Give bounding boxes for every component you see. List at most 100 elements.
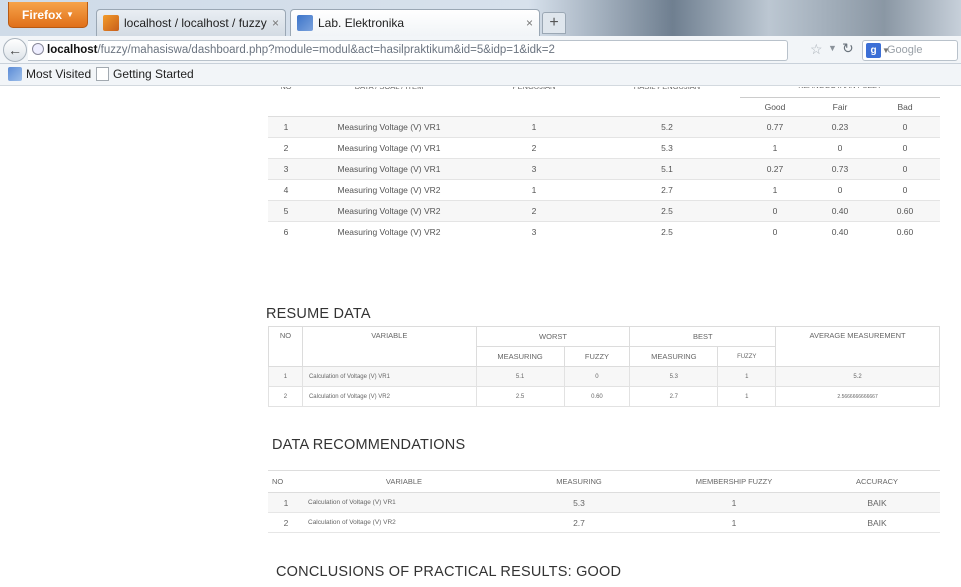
column-header: MEASURING (629, 346, 719, 367)
tab-lab-elektronika[interactable]: Lab. Elektronika × (290, 9, 540, 36)
cell-bad: 0 (870, 115, 940, 137)
column-header: WORST (475, 326, 631, 347)
chevron-down-icon: ▼ (66, 10, 74, 19)
cell-bad: 0 (870, 157, 940, 179)
cell-fair: 0.23 (810, 115, 870, 137)
column-header: NO (268, 470, 304, 493)
cell-measuring: 5.3 (504, 492, 654, 513)
results-table: NO DATA / SOAL / ITEM PENGUJIAN HASIL PE… (268, 87, 940, 242)
cell-no: 1 (268, 492, 304, 513)
close-icon[interactable]: × (526, 16, 533, 30)
cell-item: Measuring Voltage (V) VR1 (304, 157, 474, 179)
cell-fair: 0.40 (810, 220, 870, 242)
table-row: 1 Calculation of Voltage (V) VR1 5.3 1 B… (268, 492, 940, 513)
table-row: 2 Measuring Voltage (V) VR1 2 5.3 1 0 0 (268, 136, 940, 158)
bookmark-most-visited[interactable]: Most Visited (8, 67, 91, 81)
cell-accuracy: BAIK (814, 492, 940, 513)
url-host: localhost (47, 44, 98, 56)
column-header: MEASURING (475, 346, 565, 367)
cell-bad: 0.60 (870, 220, 940, 242)
bookmark-star-icon[interactable]: ☆ (810, 41, 823, 58)
url-input[interactable]: localhost/fuzzy/mahasiswa/dashboard.php?… (28, 40, 788, 61)
cell-worst-fuzzy: 0.60 (563, 386, 631, 407)
cell-test: 1 (474, 115, 594, 137)
column-header: ACCURACY (814, 470, 940, 493)
resume-table: NO VARIABLE WORST BEST AVERAGE MEASUREME… (268, 326, 940, 407)
cell-variable: Calculation of Voltage (V) VR2 (301, 386, 477, 407)
cell-fair: 0.40 (810, 199, 870, 221)
column-header: DATA / SOAL / ITEM (304, 87, 474, 97)
column-header: FUZZY (717, 346, 777, 367)
cell-result: 5.3 (594, 136, 740, 158)
cell-no: 2 (268, 386, 303, 407)
conclusion-heading: CONCLUSIONS OF PRACTICAL RESULTS: GOOD (276, 564, 622, 580)
new-tab-button[interactable]: + (542, 12, 566, 34)
cell-result: 5.2 (594, 115, 740, 137)
cell-accuracy: BAIK (814, 512, 940, 533)
cell-result: 2.5 (594, 220, 740, 242)
table-row: 5 Measuring Voltage (V) VR2 2 2.5 0 0.40… (268, 199, 940, 221)
url-history-dropdown-icon[interactable]: ▼ (828, 43, 837, 53)
cell-worst-measuring: 2.5 (475, 386, 565, 407)
cell-bad: 0 (870, 136, 940, 158)
google-icon[interactable]: g (866, 43, 881, 58)
bookmark-getting-started[interactable]: Getting Started (96, 67, 194, 81)
table-row: 6 Measuring Voltage (V) VR2 3 2.5 0 0.40… (268, 220, 940, 242)
cell-measuring: 2.7 (504, 512, 654, 533)
section-title-recommendations: DATA RECOMMENDATIONS (272, 437, 466, 453)
cell-item: Measuring Voltage (V) VR2 (304, 199, 474, 221)
table-row: 2 Calculation of Voltage (V) VR2 2.7 1 B… (268, 512, 940, 533)
cell-item: Measuring Voltage (V) VR2 (304, 220, 474, 242)
reload-icon[interactable]: ↻ (842, 40, 854, 57)
recommendations-table: NO VARIABLE MEASURING MEMBERSHIP FUZZY A… (268, 470, 940, 533)
phpmyadmin-favicon-icon (103, 15, 119, 31)
cell-result: 2.7 (594, 178, 740, 200)
column-header: NO (268, 326, 303, 367)
firefox-menu-label: Firefox (22, 7, 63, 22)
cell-fair: 0 (810, 136, 870, 158)
tab-title: Lab. Elektronika (318, 16, 405, 30)
cell-worst-measuring: 5.1 (475, 366, 565, 387)
close-icon[interactable]: × (272, 16, 279, 30)
bookmarks-toolbar: Most Visited Getting Started (0, 64, 961, 86)
bookmark-label: Most Visited (26, 67, 92, 81)
table-row: 4 Measuring Voltage (V) VR2 1 2.7 1 0 0 (268, 178, 940, 200)
search-placeholder: Google (887, 44, 923, 56)
cell-good: 0 (740, 199, 810, 221)
chevron-down-icon[interactable]: ▼ (882, 41, 890, 60)
cell-variable: Calculation of Voltage (V) VR1 (301, 366, 477, 387)
column-header: Bad (870, 97, 940, 117)
column-header: MEASURING (504, 470, 654, 493)
cell-best-measuring: 5.3 (629, 366, 719, 387)
column-header: HASIL PENGUJIAN (594, 87, 740, 97)
cell-no: 4 (268, 178, 304, 200)
cell-good: 0.77 (740, 115, 810, 137)
page-content: NO DATA / SOAL / ITEM PENGUJIAN HASIL PE… (0, 87, 961, 587)
cell-no: 2 (268, 512, 304, 533)
cell-no: 6 (268, 220, 304, 242)
table-row: 1 Measuring Voltage (V) VR1 1 5.2 0.77 0… (268, 115, 940, 137)
cell-average: 5.2 (775, 366, 940, 387)
cell-fair: 0.73 (810, 157, 870, 179)
cell-bad: 0 (870, 178, 940, 200)
cell-good: 1 (740, 136, 810, 158)
table-row: 3 Measuring Voltage (V) VR1 3 5.1 0.27 0… (268, 157, 940, 179)
tab-phpmyadmin[interactable]: localhost / localhost / fuzzy | phpMy...… (96, 9, 286, 36)
cell-test: 1 (474, 178, 594, 200)
cell-good: 1 (740, 178, 810, 200)
cell-best-measuring: 2.7 (629, 386, 719, 407)
cell-item: Measuring Voltage (V) VR1 (304, 115, 474, 137)
cell-no: 5 (268, 199, 304, 221)
cell-item: Measuring Voltage (V) VR2 (304, 178, 474, 200)
site-identity-icon[interactable] (32, 43, 44, 55)
cell-best-fuzzy: 1 (717, 366, 777, 387)
column-header: FUZZY (563, 346, 631, 367)
search-input[interactable]: g ▼ Google (862, 40, 958, 61)
column-header: BEST (629, 326, 777, 347)
back-arrow-icon[interactable]: ← (3, 38, 27, 62)
cell-test: 2 (474, 136, 594, 158)
cell-test: 3 (474, 157, 594, 179)
page-favicon-icon (297, 15, 313, 31)
firefox-menu-button[interactable]: Firefox ▼ (8, 2, 88, 28)
cell-good: 0.27 (740, 157, 810, 179)
